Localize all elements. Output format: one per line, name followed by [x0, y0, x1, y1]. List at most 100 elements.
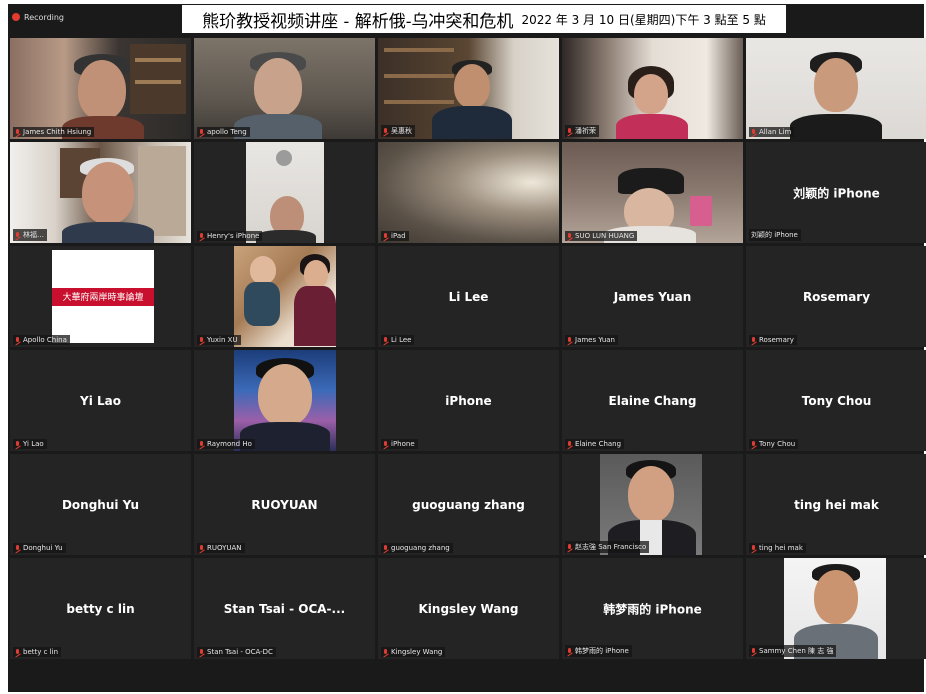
- participant-name-label: Li Lee: [381, 335, 415, 345]
- participant-name-label: guoguang zhang: [381, 543, 453, 553]
- participant-name-label: Yi Lao: [13, 439, 47, 449]
- participant-display-name: Li Lee: [448, 289, 489, 304]
- muted-mic-icon: [199, 544, 205, 552]
- participant-tile[interactable]: Donghui Yu Donghui Yu: [10, 454, 191, 555]
- participant-tile[interactable]: Kingsley Wang Kingsley Wang: [378, 558, 559, 659]
- participant-name: James Yuan: [575, 336, 615, 344]
- participant-tile[interactable]: Stan Tsai - OCA-... Stan Tsai - OCA-DC: [194, 558, 375, 659]
- participant-name: Apollo China: [23, 336, 67, 344]
- participant-name-label: James Chith Hsiung: [13, 127, 95, 137]
- muted-mic-icon: [751, 647, 757, 655]
- participant-name-label: 吴惠秋: [381, 125, 415, 137]
- participant-tile[interactable]: Raymond Ho: [194, 350, 375, 451]
- participant-name-label: apollo Teng: [197, 127, 250, 137]
- participant-name: Yi Lao: [23, 440, 44, 448]
- muted-mic-icon: [751, 336, 757, 344]
- participant-video: [10, 38, 191, 139]
- participant-tile[interactable]: 林福…: [10, 142, 191, 243]
- muted-mic-icon: [199, 440, 205, 448]
- muted-mic-icon: [567, 647, 573, 655]
- participant-name: betty c lin: [23, 648, 59, 656]
- participant-name: Stan Tsai - OCA-DC: [207, 648, 273, 656]
- muted-mic-icon: [567, 336, 573, 344]
- participant-tile[interactable]: Elaine Chang Elaine Chang: [562, 350, 743, 451]
- participant-video: [194, 38, 375, 139]
- participant-tile[interactable]: Henry's iPhone: [194, 142, 375, 243]
- participant-tile[interactable]: 大華府兩岸時事論壇 Apollo China: [10, 246, 191, 347]
- participant-name-label: Apollo China: [13, 335, 70, 345]
- participant-display-name: betty c lin: [66, 601, 135, 616]
- participant-video: [234, 246, 336, 347]
- participant-tile[interactable]: 潘祈荣: [562, 38, 743, 139]
- participant-tile[interactable]: Li Lee Li Lee: [378, 246, 559, 347]
- participant-name-label: RUOYUAN: [197, 543, 245, 553]
- muted-mic-icon: [383, 648, 389, 656]
- muted-mic-icon: [199, 232, 205, 240]
- participant-name-label: Henry's iPhone: [197, 231, 263, 241]
- participant-tile[interactable]: iPhone iPhone: [378, 350, 559, 451]
- participant-name: Elaine Chang: [575, 440, 622, 448]
- muted-mic-icon: [15, 440, 21, 448]
- participant-tile[interactable]: betty c lin betty c lin: [10, 558, 191, 659]
- participant-tile[interactable]: James Chith Hsiung: [10, 38, 191, 139]
- participant-tile[interactable]: SUO LUN HUANG: [562, 142, 743, 243]
- participant-video: [746, 38, 926, 139]
- participant-display-name: RUOYUAN: [251, 497, 318, 512]
- participant-name: 吴惠秋: [391, 127, 412, 135]
- muted-mic-icon: [383, 127, 389, 135]
- participant-name: Raymond Ho: [207, 440, 252, 448]
- participant-name-label: 刘颖的 iPhone: [749, 229, 801, 241]
- participant-tile[interactable]: RUOYUAN RUOYUAN: [194, 454, 375, 555]
- participant-tile[interactable]: Tony Chou Tony Chou: [746, 350, 926, 451]
- muted-mic-icon: [15, 336, 21, 344]
- participant-name: guoguang zhang: [391, 544, 450, 552]
- participant-name-label: 潘祈荣: [565, 125, 599, 137]
- participant-name: Allan Lim: [759, 128, 792, 136]
- participant-display-name: Stan Tsai - OCA-...: [223, 601, 346, 616]
- participant-name-label: Kingsley Wang: [381, 647, 446, 657]
- participant-name: 韩梦雨的 iPhone: [575, 647, 629, 655]
- participant-video: [562, 38, 743, 139]
- participant-tile[interactable]: James Yuan James Yuan: [562, 246, 743, 347]
- participant-tile[interactable]: Sammy Chen 陳 志 強: [746, 558, 926, 659]
- recording-dot-icon: [12, 13, 20, 21]
- participant-display-name: 刘颖的 iPhone: [793, 186, 880, 200]
- recording-indicator[interactable]: Recording: [12, 10, 64, 24]
- participant-tile[interactable]: Rosemary Rosemary: [746, 246, 926, 347]
- participant-tile[interactable]: 吴惠秋: [378, 38, 559, 139]
- participant-display-name: Rosemary: [802, 289, 871, 304]
- muted-mic-icon: [751, 128, 757, 136]
- participant-name: 林福…: [23, 231, 44, 239]
- participant-tile[interactable]: 刘颖的 iPhone 刘颖的 iPhone: [746, 142, 926, 243]
- participant-tile[interactable]: Yuxin XU: [194, 246, 375, 347]
- participant-name: iPad: [391, 232, 406, 240]
- participant-name-label: Stan Tsai - OCA-DC: [197, 647, 276, 657]
- banner-date: 2022 年 3 月 10 日(星期四)下午 3 點至 5 點: [521, 12, 766, 27]
- participant-tile[interactable]: apollo Teng: [194, 38, 375, 139]
- participant-tile[interactable]: 赵志強 San Francisco: [562, 454, 743, 555]
- participant-tile[interactable]: Yi Lao Yi Lao: [10, 350, 191, 451]
- participant-name: 刘颖的 iPhone: [751, 231, 798, 239]
- participant-name-label: Yuxin XU: [197, 335, 241, 345]
- participant-name: apollo Teng: [207, 128, 247, 136]
- participant-name: ting hei mak: [759, 544, 803, 552]
- participant-tile[interactable]: ting hei mak ting hei mak: [746, 454, 926, 555]
- participant-name-label: 赵志強 San Francisco: [565, 541, 650, 553]
- participant-name-label: Donghui Yu: [13, 543, 66, 553]
- participant-tile[interactable]: Allan Lim: [746, 38, 926, 139]
- participant-display-name: iPhone: [445, 393, 492, 408]
- forum-logo-image: 大華府兩岸時事論壇: [52, 250, 154, 343]
- participant-display-name: Yi Lao: [80, 393, 121, 408]
- participant-name: Rosemary: [759, 336, 794, 344]
- participant-name-label: 韩梦雨的 iPhone: [565, 645, 632, 657]
- muted-mic-icon: [567, 232, 573, 240]
- muted-mic-icon: [567, 440, 573, 448]
- muted-mic-icon: [199, 648, 205, 656]
- participant-tile[interactable]: 韩梦雨的 iPhone 韩梦雨的 iPhone: [562, 558, 743, 659]
- participant-video: [378, 142, 559, 243]
- participant-display-name: Elaine Chang: [608, 393, 697, 408]
- participant-name: SUO LUN HUANG: [575, 232, 635, 240]
- participant-name: Yuxin XU: [207, 336, 238, 344]
- participant-tile[interactable]: guoguang zhang guoguang zhang: [378, 454, 559, 555]
- participant-tile[interactable]: iPad: [378, 142, 559, 243]
